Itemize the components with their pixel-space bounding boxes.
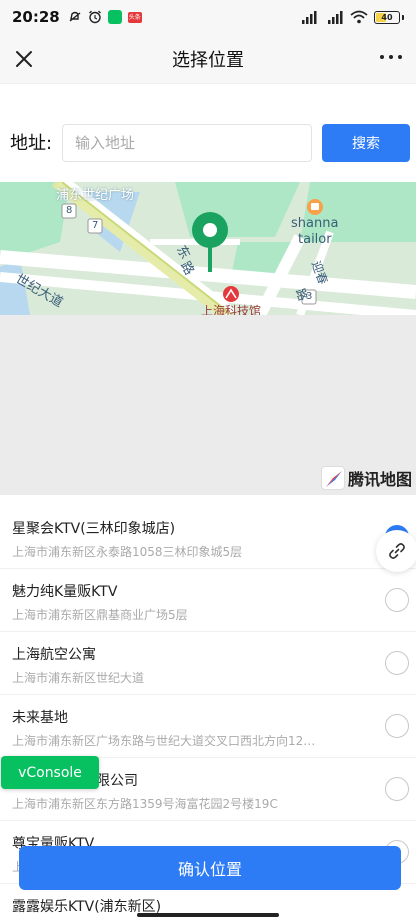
map-label-shanna: shanna bbox=[291, 216, 339, 231]
tencent-map-icon bbox=[320, 466, 345, 490]
alarm-icon bbox=[88, 10, 101, 24]
place-address: 上海市浦东新区永泰路1058三林印象城5层 bbox=[12, 545, 243, 559]
link-icon bbox=[389, 543, 405, 559]
place-name: 未来基地 bbox=[12, 710, 68, 726]
page-title: 选择位置 bbox=[172, 49, 244, 71]
map-provider-logo: 腾讯地图 bbox=[320, 465, 412, 491]
wechat-icon bbox=[107, 10, 122, 24]
home-indicator bbox=[137, 913, 279, 917]
place-radio[interactable] bbox=[385, 714, 409, 738]
signal-hd-2-icon bbox=[328, 11, 343, 24]
address-input[interactable] bbox=[62, 124, 312, 162]
address-label: 地址: bbox=[10, 133, 53, 154]
place-name: 星聚会KTV(三林印象城店) bbox=[12, 521, 176, 537]
battery-icon: 40 bbox=[374, 10, 400, 24]
place-name: 上海航空公寓 bbox=[12, 647, 96, 663]
search-button[interactable]: 搜索 bbox=[322, 124, 410, 162]
place-radio[interactable] bbox=[385, 777, 409, 801]
battery-tip bbox=[402, 14, 404, 20]
status-right-icons: 40 bbox=[298, 10, 404, 24]
signal-hd-1-icon bbox=[302, 11, 317, 24]
map-label-tailor: tailor bbox=[298, 232, 332, 247]
list-item[interactable]: 上海航空公寓 上海市浦东新区世纪大道 bbox=[0, 632, 416, 695]
toutiao-icon: 头条 bbox=[127, 11, 142, 23]
place-address: 上海市浦东新区世纪大道 bbox=[12, 671, 145, 685]
address-search-row: 地址: 搜索 bbox=[0, 116, 416, 168]
list-item[interactable]: 魅力纯K量贩KTV 上海市浦东新区鼎基商业广场5层 bbox=[0, 569, 416, 632]
place-name: 魅力纯K量贩KTV bbox=[12, 584, 118, 600]
place-radio[interactable] bbox=[385, 651, 409, 675]
map-exit-3: 3 bbox=[306, 291, 313, 302]
map-provider-name: 腾讯地图 bbox=[347, 470, 412, 489]
status-left-icons: 头条 bbox=[68, 10, 142, 24]
confirm-location-button[interactable]: 确认位置 bbox=[19, 846, 401, 890]
place-address: 上海市浦东新区东方路1359号海富花园2号楼19C bbox=[12, 797, 278, 811]
no-disturb-icon bbox=[69, 11, 81, 22]
battery-text: 40 bbox=[381, 12, 393, 22]
nav-bar: 选择位置 bbox=[0, 34, 416, 84]
list-item[interactable]: 星聚会KTV(三林印象城店) 上海市浦东新区永泰路1058三林印象城5层 bbox=[0, 506, 416, 569]
place-address: 上海市浦东新区广场东路与世纪大道交叉口西北方向12… bbox=[12, 734, 316, 748]
map-exit-8: 8 bbox=[66, 205, 73, 216]
status-bar: 20:28 头条 40 bbox=[0, 0, 416, 34]
map[interactable]: 浦东世纪广场 8 7 shanna tailor 东 路 世纪大道 迎春 路 3… bbox=[0, 182, 416, 495]
place-radio[interactable] bbox=[385, 588, 409, 612]
close-icon[interactable] bbox=[12, 47, 36, 71]
place-address: 上海市浦东新区鼎基商业广场5层 bbox=[12, 608, 188, 622]
more-icon[interactable] bbox=[380, 55, 402, 59]
status-time: 20:28 bbox=[12, 8, 60, 26]
vconsole-button[interactable]: vConsole bbox=[1, 756, 99, 789]
wifi-icon bbox=[350, 10, 368, 24]
list-item[interactable]: 未来基地 上海市浦东新区广场东路与世纪大道交叉口西北方向12… bbox=[0, 695, 416, 758]
map-label-plaza: 浦东世纪广场 bbox=[56, 188, 135, 203]
link-button[interactable] bbox=[376, 530, 416, 572]
map-exit-7: 7 bbox=[92, 220, 99, 231]
